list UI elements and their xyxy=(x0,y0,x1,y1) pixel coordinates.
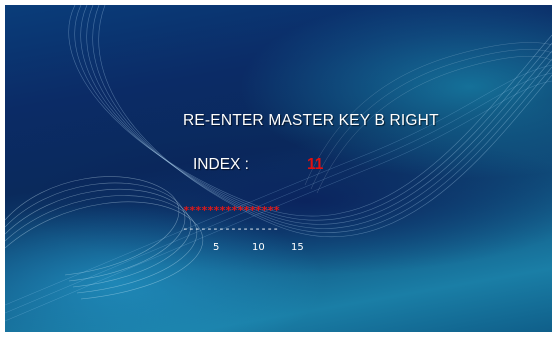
position-marker-5: 5 xyxy=(213,242,220,253)
key-input-underline: ---------------- xyxy=(182,222,279,235)
background-wave-graphic xyxy=(5,5,552,322)
masked-key-input[interactable]: **************** xyxy=(183,204,280,217)
atm-screen: RE-ENTER MASTER KEY B RIGHT INDEX : 11 *… xyxy=(5,5,552,332)
position-marker-15: 15 xyxy=(291,242,304,253)
page-title: RE-ENTER MASTER KEY B RIGHT xyxy=(183,112,439,129)
position-marker-10: 10 xyxy=(252,242,265,253)
index-label: INDEX : xyxy=(193,156,249,173)
index-value: 11 xyxy=(307,156,324,173)
